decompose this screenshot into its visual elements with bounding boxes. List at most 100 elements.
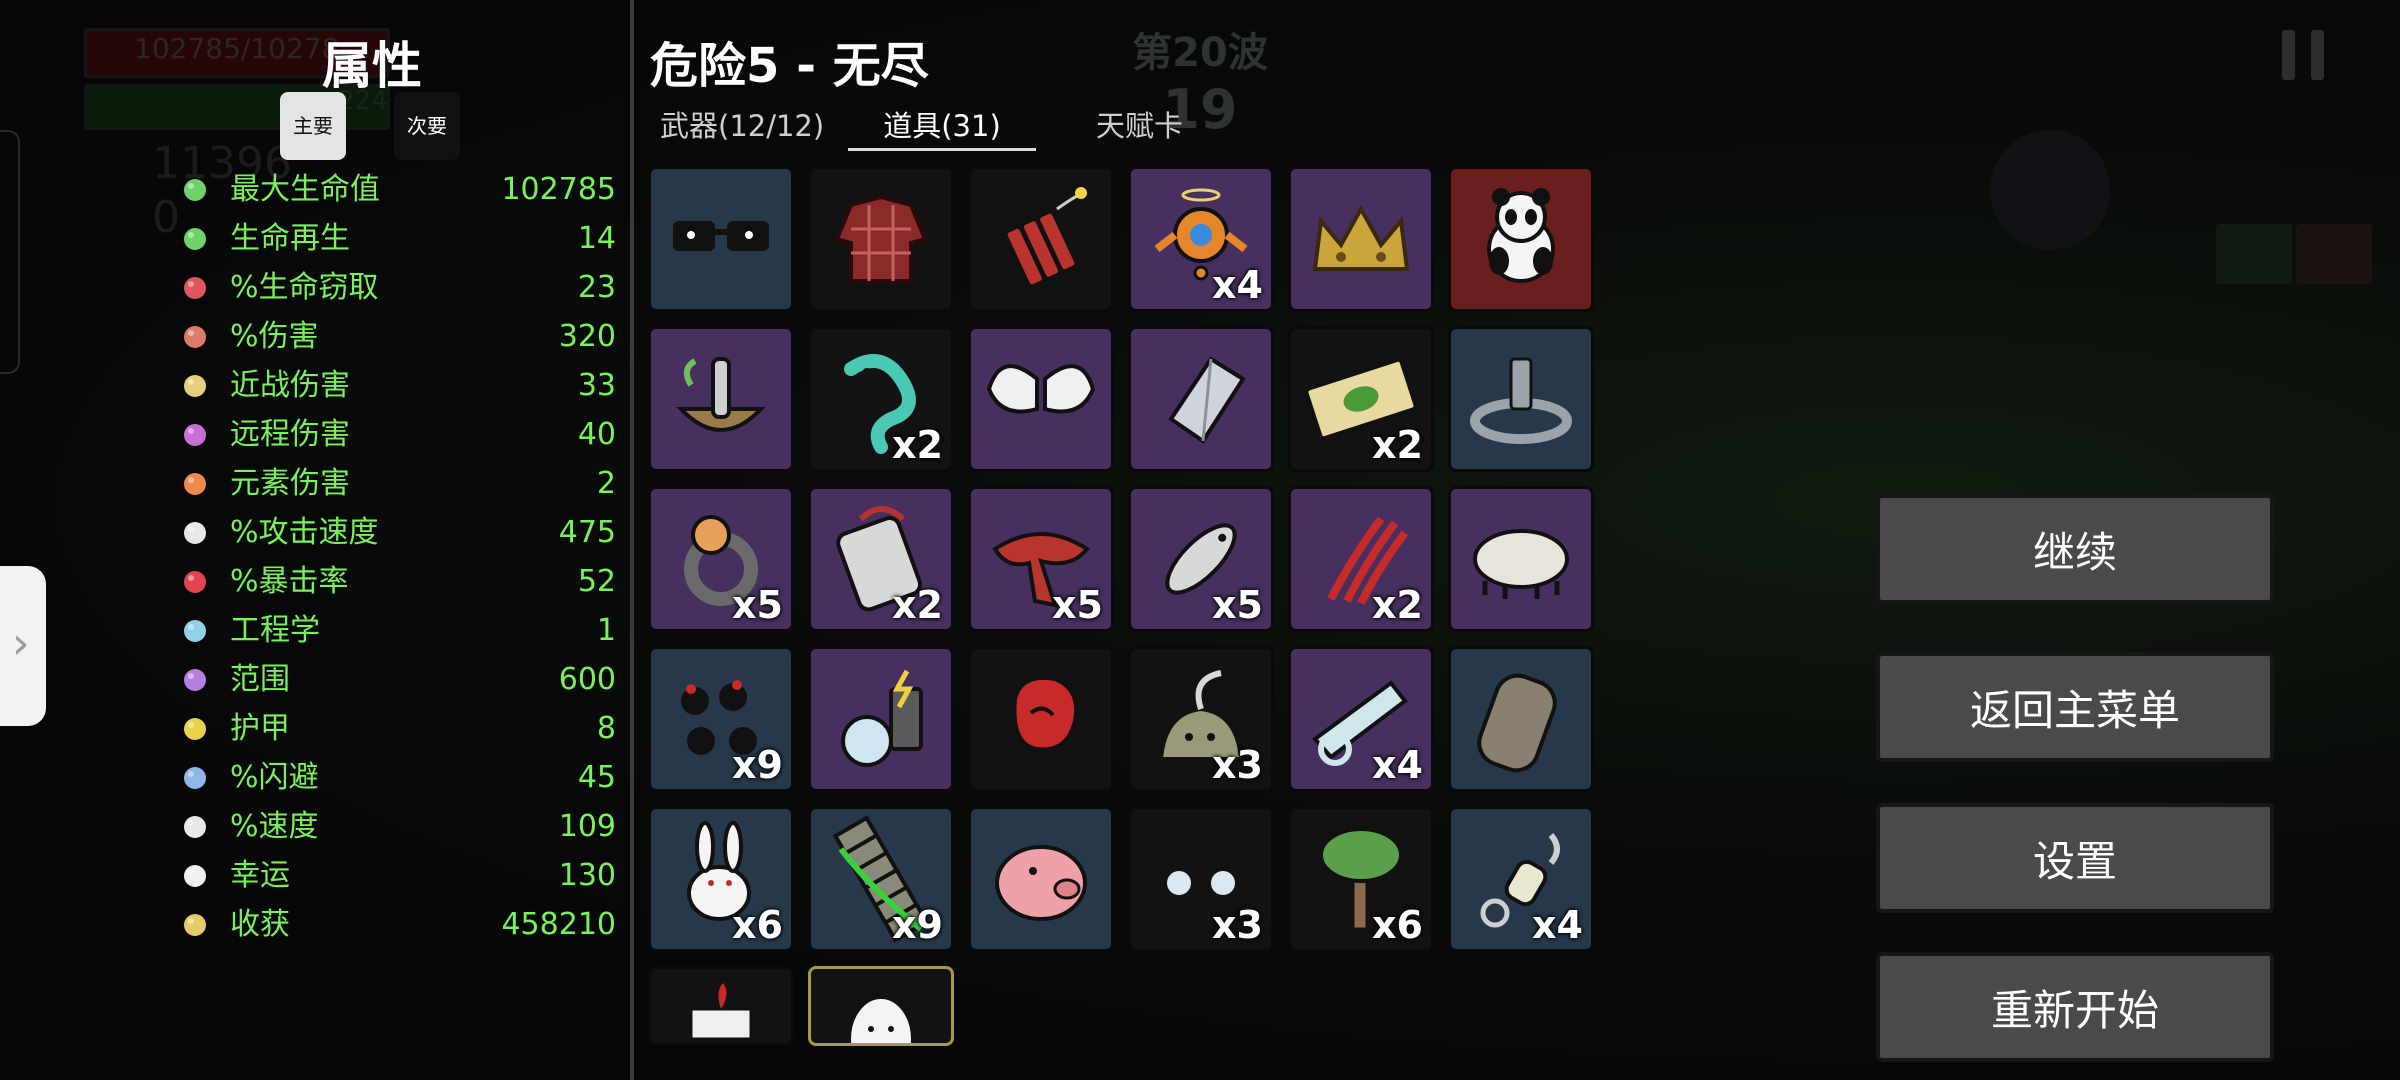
item-count: x5 [1052, 583, 1103, 627]
item-slot[interactable] [648, 326, 794, 472]
stat-label: 元素伤害 [230, 466, 350, 501]
panel-divider [630, 0, 634, 1080]
stat-row[interactable]: 远程伤害 40 [180, 412, 616, 458]
stat-row[interactable]: %速度 109 [180, 804, 616, 850]
stat-label: 工程学 [230, 613, 320, 648]
stat-row[interactable]: 工程学 1 [180, 608, 616, 654]
item-slot[interactable] [968, 326, 1114, 472]
main-menu-button[interactable]: 返回主菜单 [1876, 652, 2274, 762]
stat-row[interactable]: 收获 458210 [180, 902, 616, 948]
item-slot[interactable]: x6 [648, 806, 794, 952]
item-slot[interactable]: x2 [1288, 326, 1434, 472]
stat-row[interactable]: 近战伤害 33 [180, 363, 616, 409]
item-slot[interactable]: x6 [1288, 806, 1434, 952]
item-count: x6 [732, 903, 783, 947]
item-slot[interactable]: x9 [648, 646, 794, 792]
item-slot[interactable] [808, 966, 954, 1046]
heart-icon [180, 175, 210, 205]
stat-row[interactable]: %攻击速度 475 [180, 510, 616, 556]
item-slot[interactable] [648, 166, 794, 312]
settings-button[interactable]: 设置 [1876, 803, 2274, 913]
stat-row[interactable]: 范围 600 [180, 657, 616, 703]
damage-icon [180, 322, 210, 352]
item-slot[interactable] [968, 166, 1114, 312]
stat-row[interactable]: %生命窃取 23 [180, 265, 616, 311]
pause-icon[interactable] [2282, 30, 2324, 80]
tab-talents[interactable]: 天赋卡 [1096, 104, 1183, 148]
stat-value: 14 [577, 221, 616, 256]
stat-row[interactable]: 幸运 130 [180, 853, 616, 899]
restart-button[interactable]: 重新开始 [1876, 952, 2274, 1062]
item-slot[interactable]: x2 [808, 486, 954, 632]
item-slot[interactable] [808, 166, 954, 312]
item-slot[interactable] [968, 806, 1114, 952]
stat-label: %闪避 [230, 760, 319, 795]
item-count: x2 [892, 423, 943, 467]
item-slot[interactable] [1128, 326, 1274, 472]
tab-primary-stats[interactable]: 主要 [280, 92, 346, 160]
item-slot[interactable]: x2 [808, 326, 954, 472]
stat-value: 40 [577, 417, 616, 452]
stat-label: %生命窃取 [230, 270, 379, 305]
stat-label: 最大生命值 [230, 172, 380, 207]
item-slot[interactable] [1448, 486, 1594, 632]
stat-label: %暴击率 [230, 564, 349, 599]
item-count: x5 [1212, 583, 1263, 627]
item-count: x3 [1212, 903, 1263, 947]
tab-items[interactable]: 道具(31) [848, 104, 1036, 151]
item-count: x4 [1532, 903, 1583, 947]
stat-row[interactable]: %暴击率 52 [180, 559, 616, 605]
stat-row[interactable]: 最大生命值 102785 [180, 167, 616, 213]
item-slot[interactable]: x5 [1128, 486, 1274, 632]
continue-button[interactable]: 继续 [1876, 494, 2274, 604]
melee-icon [180, 371, 210, 401]
stat-label: 护甲 [230, 711, 290, 746]
item-count: x2 [1372, 583, 1423, 627]
item-slot[interactable] [648, 966, 794, 1046]
item-count: x4 [1212, 263, 1263, 307]
elemental-icon [180, 469, 210, 499]
dodge-icon [180, 763, 210, 793]
item-slot[interactable] [1288, 166, 1434, 312]
item-slot[interactable]: x5 [968, 486, 1114, 632]
stat-row[interactable]: %闪避 45 [180, 755, 616, 801]
stat-row[interactable]: 护甲 8 [180, 706, 616, 752]
item-slot[interactable]: x3 [1128, 646, 1274, 792]
item-count: x2 [1372, 423, 1423, 467]
item-slot[interactable]: x9 [808, 806, 954, 952]
crit-icon [180, 567, 210, 597]
stat-row[interactable]: %伤害 320 [180, 314, 616, 360]
run-title: 危险5 - 无尽 [650, 38, 929, 94]
stat-label: 生命再生 [230, 221, 350, 256]
item-slot[interactable] [1448, 646, 1594, 792]
item-slot[interactable]: x2 [1288, 486, 1434, 632]
item-slot[interactable]: x3 [1128, 806, 1274, 952]
tab-secondary-stats[interactable]: 次要 [394, 92, 460, 160]
stat-label: %攻击速度 [230, 515, 379, 550]
wave-label: 第20波 [1132, 30, 1268, 76]
stat-label: 近战伤害 [230, 368, 350, 403]
screen-edge [0, 130, 20, 374]
item-slot[interactable]: x4 [1288, 646, 1434, 792]
tab-weapons[interactable]: 武器(12/12) [660, 104, 824, 148]
item-slot[interactable] [1448, 166, 1594, 312]
stat-label: %伤害 [230, 319, 319, 354]
stat-value: 8 [596, 711, 616, 746]
stat-label: %速度 [230, 809, 319, 844]
item-slot[interactable]: x4 [1448, 806, 1594, 952]
stat-label: 收获 [230, 907, 290, 942]
stat-label: 幸运 [230, 858, 290, 893]
item-slot[interactable]: x5 [648, 486, 794, 632]
stat-value: 320 [558, 319, 616, 354]
item-slot[interactable] [1448, 326, 1594, 472]
item-count: x5 [732, 583, 783, 627]
item-slot[interactable] [808, 646, 954, 792]
item-slot[interactable]: x4 [1128, 166, 1274, 312]
side-drawer-handle[interactable]: › [0, 566, 46, 726]
stat-row[interactable]: 元素伤害 2 [180, 461, 616, 507]
stat-value: 23 [577, 270, 616, 305]
stat-value: 475 [558, 515, 616, 550]
item-slot[interactable] [968, 646, 1114, 792]
stat-row[interactable]: 生命再生 14 [180, 216, 616, 262]
ranged-icon [180, 420, 210, 450]
